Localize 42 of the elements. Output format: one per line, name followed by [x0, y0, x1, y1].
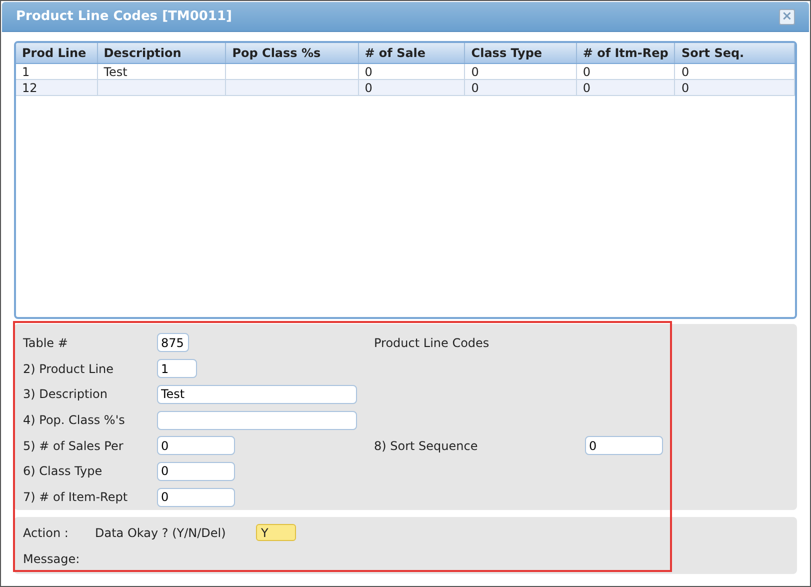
input-field[interactable] — [157, 410, 357, 430]
field-label: 3) Description — [23, 386, 108, 404]
column-header[interactable]: Sort Seq. — [675, 43, 795, 63]
column-header[interactable]: Pop Class %s — [226, 43, 359, 63]
input-field[interactable]: 1 — [157, 359, 197, 378]
column-header[interactable]: # of Sale — [358, 43, 466, 63]
table-cell: 0 — [471, 82, 479, 94]
field-label: 2) Product Line — [23, 360, 115, 378]
input-field[interactable]: 875 — [157, 333, 189, 352]
column-header[interactable]: # of Itm-Rep — [576, 43, 676, 63]
column-header[interactable]: Description — [98, 43, 226, 63]
table-cell: 0 — [582, 82, 590, 94]
table-cell: 0 — [582, 66, 590, 78]
field-label: 5) # of Sales Per — [23, 438, 124, 455]
field-label: 6) Class Type — [23, 463, 104, 480]
table-cell: 0 — [364, 82, 372, 94]
table-cell: 0 — [471, 66, 479, 78]
table-cell: 12 — [22, 82, 38, 94]
field-label: 4) Pop. Class %'s — [23, 412, 126, 430]
table-cell: 0 — [681, 66, 690, 78]
input-field[interactable]: Test — [157, 384, 357, 404]
table-row[interactable]: 12 0 0 0 0 — [16, 80, 795, 96]
table-cell: 0 — [364, 66, 372, 78]
table-row[interactable]: 1 Test 0 0 0 0 — [16, 64, 795, 80]
input-field[interactable]: 0 — [585, 436, 663, 456]
field-label: 7) # of Item-Rept — [23, 489, 129, 506]
column-header[interactable]: Class Type — [465, 43, 577, 63]
input-field[interactable]: 0 — [157, 462, 235, 481]
field-label: Table # — [23, 334, 69, 352]
message-label: Message: — [23, 551, 81, 568]
input-field[interactable]: 0 — [157, 488, 235, 507]
field-label: 8) Sort Sequence — [374, 438, 478, 453]
input-field[interactable]: 0 — [157, 436, 235, 456]
table-cell: Test — [104, 66, 128, 78]
window-title: Product Line Codes [TM0011] — [16, 8, 232, 26]
answer-field[interactable]: Y — [256, 524, 296, 541]
form-heading: Product Line Codes — [374, 336, 490, 350]
action-label: Action : — [23, 524, 70, 542]
prompt-label: Data Okay ? (Y/N/Del) — [95, 524, 227, 542]
column-header[interactable]: Prod Line — [16, 43, 98, 63]
table-cell: 0 — [681, 82, 690, 94]
table-cell: 1 — [22, 66, 30, 78]
